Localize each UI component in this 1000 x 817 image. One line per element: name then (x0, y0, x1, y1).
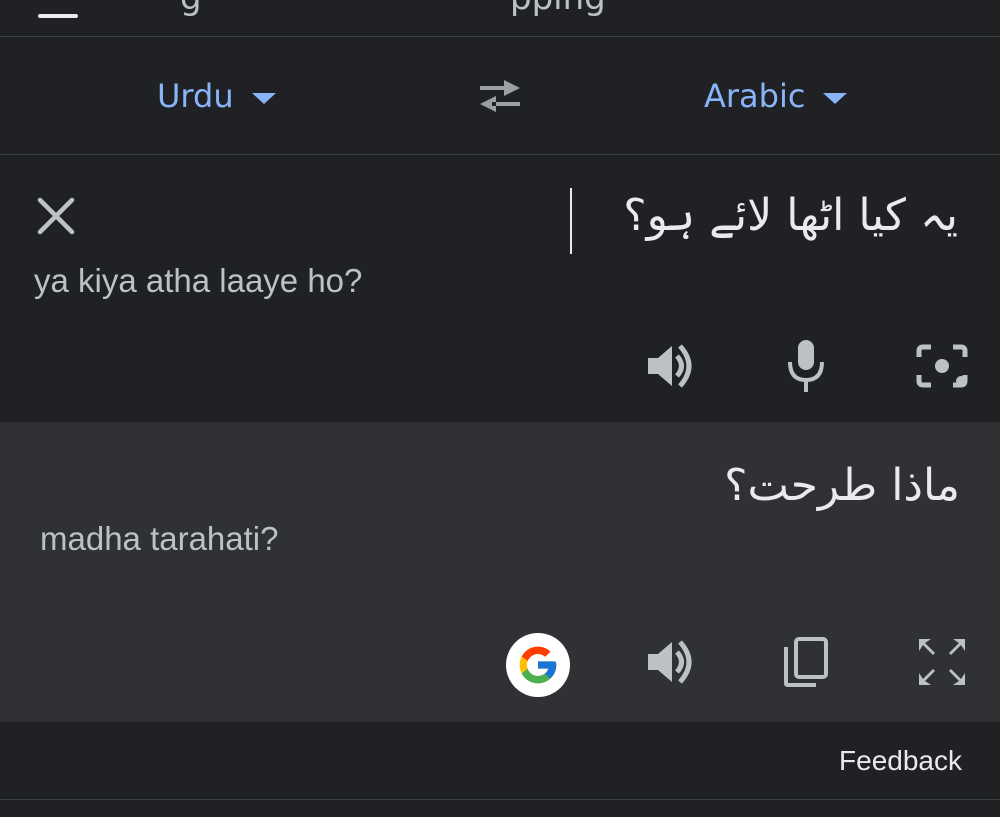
active-tab-indicator (38, 14, 78, 18)
swap-languages-button[interactable] (474, 76, 526, 116)
target-transliteration: madha tarahati? (40, 520, 279, 557)
tab-hint-right[interactable]: pping (510, 0, 606, 18)
volume-icon (648, 344, 692, 388)
fullscreen-icon (919, 639, 965, 685)
target-language-selector[interactable]: Arabic (704, 76, 848, 116)
swap-icon (480, 80, 520, 112)
close-icon (37, 197, 75, 235)
tab-hint-left[interactable]: g (180, 0, 202, 18)
chevron-down-icon (823, 92, 848, 104)
camera-translate-button[interactable] (912, 336, 972, 396)
text-cursor (570, 188, 572, 254)
volume-icon (648, 640, 692, 684)
google-icon (519, 646, 557, 684)
copy-icon (784, 637, 828, 687)
source-transliteration: ya kiya atha laaye ho? (34, 262, 363, 299)
listen-translation-button[interactable] (640, 632, 700, 692)
translated-text: ماذا طرحت؟ (724, 460, 960, 511)
source-language-selector[interactable]: Urdu (157, 76, 276, 116)
top-tab-strip: g pping (0, 0, 1000, 37)
chevron-down-icon (251, 92, 276, 104)
google-search-button[interactable] (506, 633, 570, 697)
feedback-link[interactable]: Feedback (839, 745, 962, 777)
voice-input-button[interactable] (776, 336, 836, 396)
microphone-icon (788, 340, 824, 392)
source-text-input[interactable]: یہ کیا اٹھا لائے ہو؟ (623, 190, 958, 241)
fullscreen-button[interactable] (912, 632, 972, 692)
language-bar: Urdu Arabic (0, 38, 1000, 155)
target-language-label: Arabic (704, 77, 806, 115)
source-language-label: Urdu (157, 77, 234, 115)
copy-translation-button[interactable] (776, 632, 836, 692)
listen-source-button[interactable] (640, 336, 700, 396)
clear-input-button[interactable] (34, 194, 78, 238)
camera-icon (916, 344, 968, 388)
